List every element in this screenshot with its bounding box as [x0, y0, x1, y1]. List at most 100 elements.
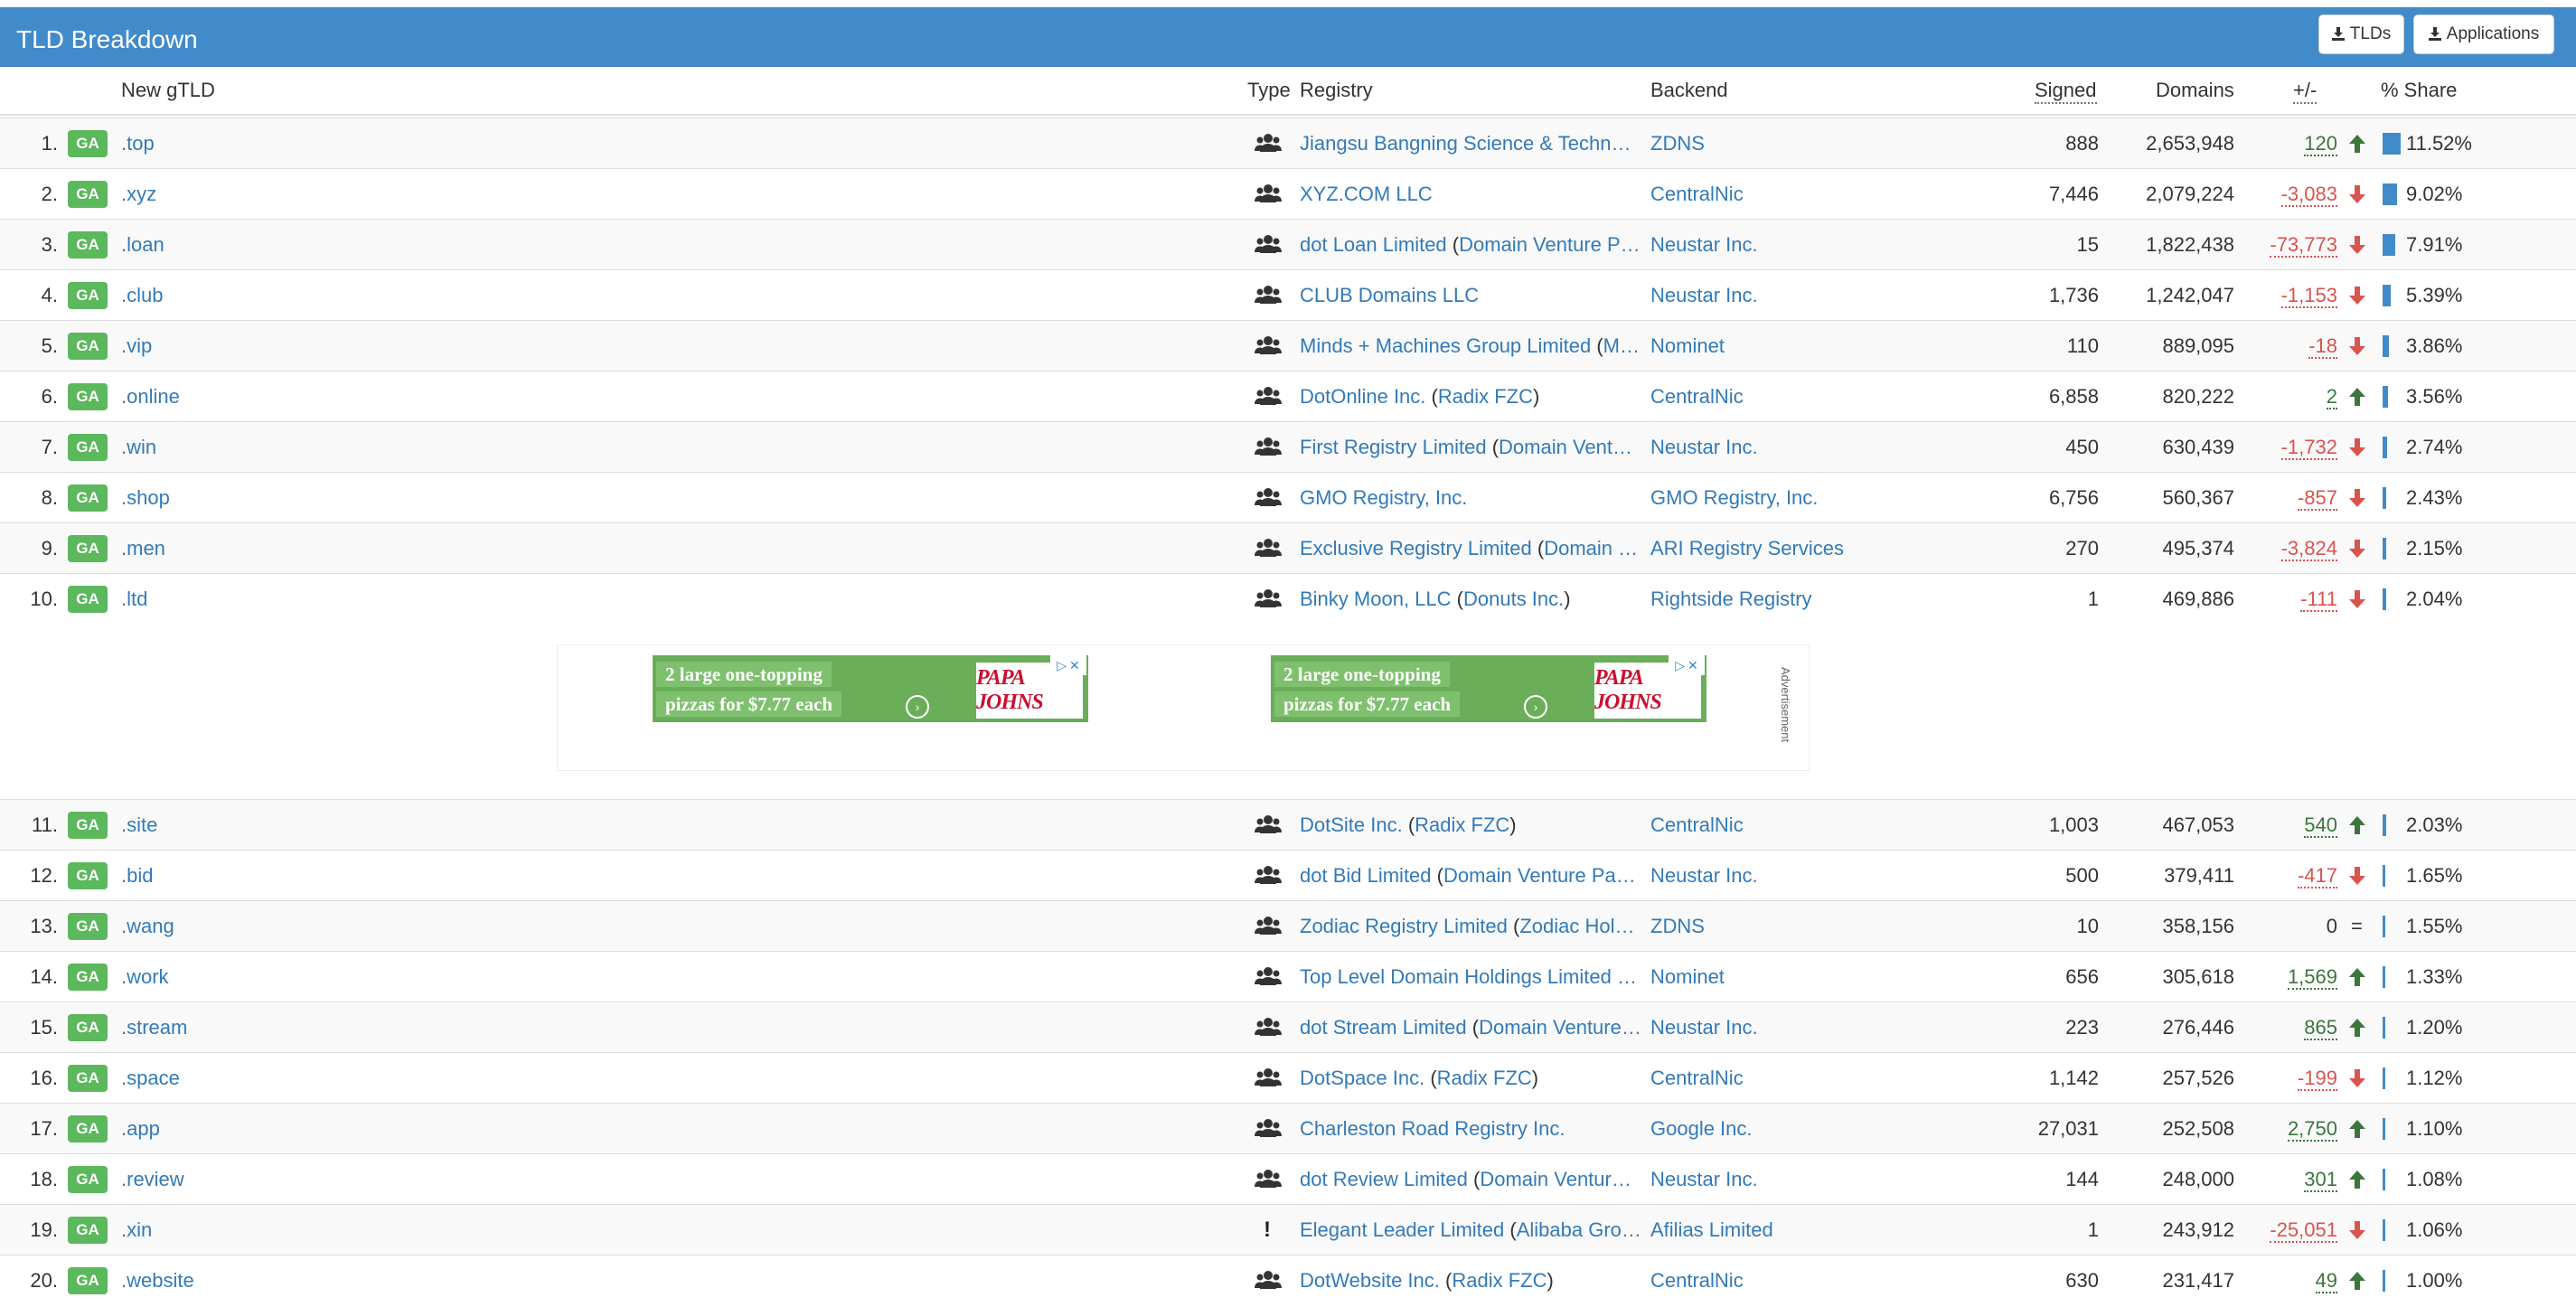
- backend-link[interactable]: Neustar Inc.: [1650, 1168, 1758, 1191]
- tld-link[interactable]: .site: [121, 813, 157, 837]
- tld-link[interactable]: .bid: [121, 864, 153, 888]
- registry-link[interactable]: DotSpace Inc.: [1300, 1067, 1424, 1089]
- column-header-signed[interactable]: Signed: [2035, 79, 2097, 104]
- change-number[interactable]: -417: [2297, 864, 2337, 889]
- registry-parent-link[interactable]: Radix FZC: [1452, 1269, 1547, 1292]
- registry-link[interactable]: dot Stream Limited: [1300, 1016, 1467, 1039]
- tld-link[interactable]: .club: [121, 284, 163, 307]
- tld-link[interactable]: .space: [121, 1067, 180, 1090]
- registry-parent-link[interactable]: Domain Venture Partners: [1479, 1016, 1641, 1039]
- change-number[interactable]: 2: [2326, 385, 2337, 409]
- backend-link[interactable]: Neustar Inc.: [1650, 284, 1758, 307]
- registry-link[interactable]: Elegant Leader Limited: [1300, 1218, 1504, 1241]
- tld-link[interactable]: .men: [121, 537, 165, 560]
- registry-link[interactable]: XYZ.COM LLC: [1300, 183, 1433, 205]
- tld-link[interactable]: .loan: [121, 233, 165, 257]
- column-header-tld[interactable]: New gTLD: [121, 79, 215, 102]
- registry-link[interactable]: Binky Moon, LLC: [1300, 588, 1452, 610]
- backend-link[interactable]: Afilias Limited: [1650, 1218, 1773, 1242]
- backend-link[interactable]: Google Inc.: [1650, 1117, 1753, 1141]
- tld-link[interactable]: .online: [121, 385, 180, 409]
- change-number[interactable]: -25,051: [2270, 1218, 2337, 1243]
- tld-link[interactable]: .website: [121, 1269, 194, 1293]
- backend-link[interactable]: Nominet: [1650, 965, 1725, 989]
- change-number[interactable]: 301: [2304, 1168, 2337, 1192]
- tld-link[interactable]: .wang: [121, 915, 174, 938]
- pizza-ad-1[interactable]: 2 large one-topping pizzas for $7.77 eac…: [653, 655, 1088, 722]
- change-number[interactable]: -1,153: [2280, 284, 2337, 308]
- pizza-ad-2[interactable]: 2 large one-topping pizzas for $7.77 eac…: [1271, 655, 1706, 722]
- tld-link[interactable]: .top: [121, 132, 155, 155]
- backend-link[interactable]: CentralNic: [1650, 1269, 1744, 1293]
- backend-link[interactable]: Neustar Inc.: [1650, 233, 1758, 257]
- tld-link[interactable]: .vip: [121, 334, 152, 358]
- registry-link[interactable]: First Registry Limited: [1300, 436, 1487, 458]
- backend-link[interactable]: CentralNic: [1650, 385, 1744, 409]
- registry-parent-link[interactable]: Domain Venture Partners: [1480, 1168, 1641, 1190]
- registry-parent-link[interactable]: Radix FZC: [1437, 1067, 1532, 1089]
- change-number[interactable]: 49: [2315, 1269, 2337, 1293]
- registry-parent-link[interactable]: Domain Venture Partners: [1544, 537, 1641, 559]
- registry-link[interactable]: DotWebsite Inc.: [1300, 1269, 1440, 1292]
- registry-parent-link[interactable]: Domain Venture Partners: [1459, 233, 1641, 256]
- change-number[interactable]: -1,732: [2280, 436, 2337, 460]
- registry-link[interactable]: dot Review Limited: [1300, 1168, 1468, 1190]
- backend-link[interactable]: Nominet: [1650, 334, 1725, 358]
- change-number[interactable]: 1,569: [2287, 965, 2337, 990]
- change-number[interactable]: -3,824: [2280, 537, 2337, 561]
- download-tlds-button[interactable]: TLDs: [2318, 14, 2404, 54]
- backend-link[interactable]: ARI Registry Services: [1650, 537, 1844, 560]
- registry-link[interactable]: dot Loan Limited: [1300, 233, 1447, 256]
- registry-link[interactable]: Zodiac Registry Limited: [1300, 915, 1508, 937]
- backend-link[interactable]: Neustar Inc.: [1650, 436, 1758, 459]
- tld-link[interactable]: .work: [121, 965, 169, 989]
- change-number[interactable]: -199: [2297, 1067, 2337, 1091]
- tld-link[interactable]: .stream: [121, 1016, 187, 1039]
- column-header-type[interactable]: Type: [1247, 79, 1291, 102]
- registry-link[interactable]: CLUB Domains LLC: [1300, 284, 1479, 306]
- ad-arrow-icon[interactable]: ›: [1524, 695, 1547, 719]
- registry-link[interactable]: dot Bid Limited: [1300, 864, 1432, 887]
- change-number[interactable]: -111: [2300, 588, 2337, 612]
- registry-parent-link[interactable]: Domain Venture Partners: [1499, 436, 1641, 458]
- registry-link[interactable]: DotOnline Inc.: [1300, 385, 1425, 408]
- tld-link[interactable]: .app: [121, 1117, 160, 1141]
- tld-link[interactable]: .shop: [121, 486, 170, 510]
- column-header-change[interactable]: +/-: [2293, 79, 2317, 104]
- registry-link[interactable]: Jiangsu Bangning Science & Technology Co…: [1300, 132, 1641, 155]
- column-header-registry[interactable]: Registry: [1300, 79, 1373, 102]
- registry-parent-link[interactable]: Minds + Machines: [1603, 334, 1641, 357]
- change-number[interactable]: -857: [2297, 486, 2337, 511]
- backend-link[interactable]: Neustar Inc.: [1650, 864, 1758, 888]
- tld-link[interactable]: .review: [121, 1168, 184, 1191]
- backend-link[interactable]: CentralNic: [1650, 1067, 1744, 1090]
- registry-link[interactable]: Minds + Machines Group Limited: [1300, 334, 1591, 357]
- backend-link[interactable]: Neustar Inc.: [1650, 1016, 1758, 1039]
- column-header-backend[interactable]: Backend: [1650, 79, 1728, 102]
- registry-link[interactable]: Top Level Domain Holdings Limited: [1300, 965, 1612, 988]
- adchoices-icon[interactable]: ▷ ✕: [1669, 655, 1705, 675]
- column-header-domains[interactable]: Domains: [2156, 79, 2234, 102]
- change-number[interactable]: 120: [2304, 132, 2337, 156]
- ad-arrow-icon[interactable]: ›: [906, 695, 929, 719]
- registry-parent-link[interactable]: Donuts Inc.: [1463, 588, 1564, 610]
- registry-link[interactable]: Exclusive Registry Limited: [1300, 537, 1532, 559]
- tld-link[interactable]: .win: [121, 436, 156, 459]
- backend-link[interactable]: ZDNS: [1650, 132, 1705, 155]
- tld-link[interactable]: .xyz: [121, 183, 156, 206]
- backend-link[interactable]: CentralNic: [1650, 813, 1744, 837]
- download-applications-button[interactable]: Applications: [2413, 14, 2554, 54]
- backend-link[interactable]: CentralNic: [1650, 183, 1744, 206]
- registry-link[interactable]: Charleston Road Registry Inc.: [1300, 1117, 1565, 1140]
- backend-link[interactable]: ZDNS: [1650, 915, 1705, 938]
- column-header-share[interactable]: % Share: [2381, 79, 2457, 102]
- change-number[interactable]: -18: [2308, 334, 2337, 359]
- registry-parent-link[interactable]: Domain Venture Partners: [1443, 864, 1641, 887]
- registry-parent-link[interactable]: Radix FZC: [1415, 813, 1509, 836]
- tld-link[interactable]: .ltd: [121, 588, 147, 611]
- registry-parent-link[interactable]: Alibaba Group: [1517, 1218, 1641, 1241]
- registry-parent-link[interactable]: Minds + Machines: [1623, 965, 1641, 988]
- registry-parent-link[interactable]: Zodiac Holdings: [1519, 915, 1641, 937]
- registry-parent-link[interactable]: Radix FZC: [1438, 385, 1533, 408]
- adchoices-icon[interactable]: ▷ ✕: [1050, 655, 1086, 675]
